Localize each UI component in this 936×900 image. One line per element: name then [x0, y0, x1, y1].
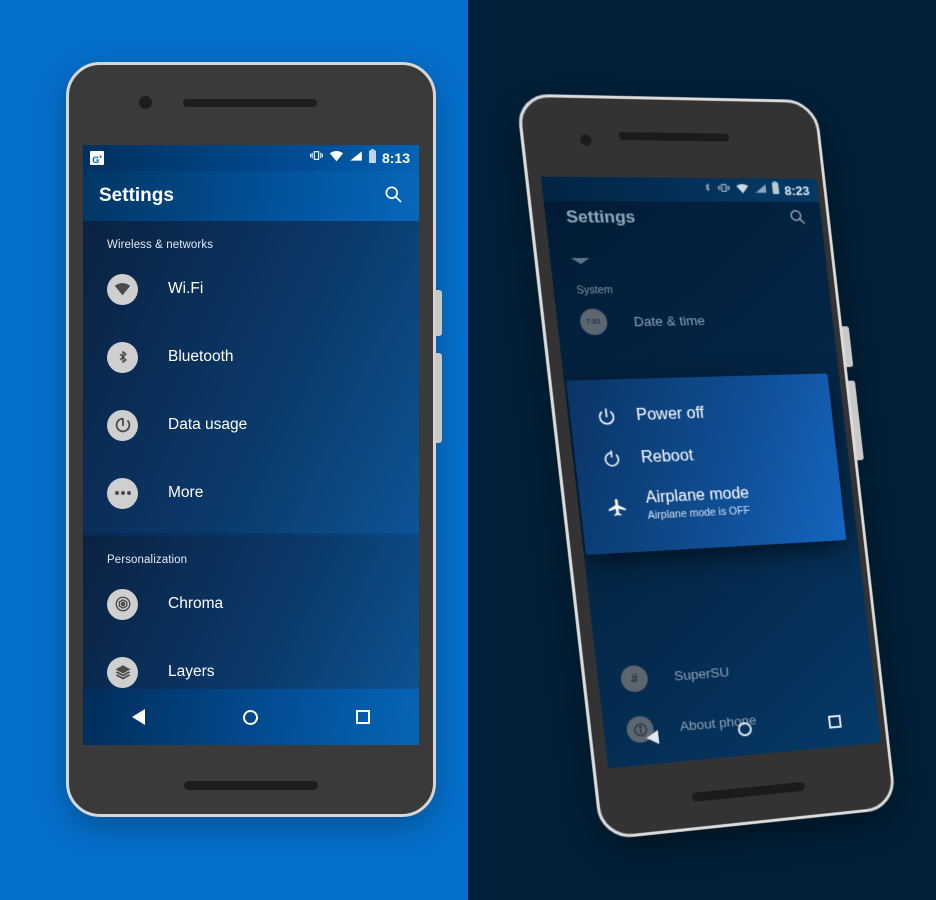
signal-icon: [349, 149, 363, 167]
settings-row-date-time[interactable]: 7:01 Date & time: [554, 293, 835, 348]
power-menu-label: Power off: [635, 404, 706, 425]
app-bar: Settings: [83, 171, 419, 221]
settings-list: Wireless & networks Wi.Fi Bluetooth Data…: [83, 221, 419, 745]
more-icon: [107, 477, 138, 509]
status-bar: 8:23: [540, 176, 820, 203]
search-icon[interactable]: [383, 184, 403, 209]
settings-row-label: Date & time: [632, 312, 706, 329]
front-camera-icon: [579, 134, 593, 146]
wifi-icon: [329, 149, 344, 167]
settings-row-label: Chroma: [168, 595, 224, 612]
settings-row-label: Data usage: [168, 416, 248, 433]
wifi-icon: [107, 273, 138, 305]
settings-row-data-usage[interactable]: Data usage: [83, 391, 419, 459]
power-menu-sublabel: Airplane mode is OFF: [647, 504, 751, 522]
earpiece-speaker: [618, 131, 730, 142]
bottom-speaker: [691, 781, 806, 803]
right-phone-screen: 8:23 Settings System 7:01 Date & time Po…: [540, 176, 881, 769]
search-icon[interactable]: [787, 208, 807, 230]
power-menu-label: Airplane mode: [644, 484, 750, 507]
settings-row-bluetooth[interactable]: Bluetooth: [83, 323, 419, 391]
signal-icon: [753, 181, 768, 199]
power-menu-dialog: Power off Reboot Airplane mode Airplane …: [566, 373, 847, 555]
section-header: System: [576, 284, 614, 297]
recents-icon[interactable]: [827, 714, 842, 729]
settings-row-chroma[interactable]: Chroma: [83, 570, 419, 638]
status-bar: G+ 8:13: [83, 145, 419, 171]
home-icon[interactable]: [243, 709, 258, 725]
page-title: Settings: [99, 185, 174, 206]
bottom-speaker: [184, 781, 318, 790]
bluetooth-icon: [107, 341, 138, 373]
battery-icon: [771, 181, 781, 199]
clock-icon: 7:01: [578, 308, 609, 336]
settings-row-label: SuperSU: [673, 663, 730, 684]
power-icon: [592, 407, 621, 428]
status-bar-clock: 8:13: [381, 150, 410, 166]
chroma-icon: [107, 588, 138, 620]
section-header: Wireless & networks: [107, 239, 214, 251]
power-menu-item-airplane-mode[interactable]: Airplane mode Airplane mode is OFF: [578, 470, 845, 537]
left-phone-device: G+ 8:13 Settings Wireless & networks Wi.…: [66, 62, 442, 817]
back-icon[interactable]: [645, 729, 659, 746]
earpiece-speaker: [183, 99, 317, 107]
vibrate-icon: [309, 149, 324, 167]
app-bar: Settings: [544, 201, 826, 258]
settings-section-personalization: Personalization Chroma Layers: [83, 536, 419, 712]
reboot-icon: [597, 449, 626, 469]
front-camera-icon: [139, 96, 152, 109]
google-plus-icon: G+: [90, 151, 104, 165]
section-header: Personalization: [107, 554, 188, 566]
left-phone-screen: G+ 8:13 Settings Wireless & networks Wi.…: [83, 145, 419, 745]
settings-row-label: Wi.Fi: [168, 280, 204, 297]
settings-row-more[interactable]: More: [83, 459, 419, 527]
bluetooth-icon: [702, 181, 713, 199]
recents-icon[interactable]: [356, 710, 370, 724]
navigation-bar: [83, 689, 419, 745]
status-bar-clock: 8:23: [783, 182, 811, 198]
vibrate-icon: [716, 181, 732, 199]
back-icon[interactable]: [132, 709, 145, 725]
power-menu-label: Reboot: [640, 446, 695, 466]
airplane-icon: [602, 496, 631, 519]
wifi-icon: [735, 181, 751, 199]
settings-row-label: More: [168, 484, 204, 501]
battery-icon: [368, 148, 377, 168]
page-title: Settings: [565, 207, 637, 227]
volume-button[interactable]: [435, 353, 442, 443]
settings-row-label: Layers: [168, 663, 215, 680]
power-button[interactable]: [435, 290, 442, 336]
data-usage-icon: [107, 409, 138, 441]
hash-icon: #: [619, 664, 650, 693]
settings-row-wifi[interactable]: Wi.Fi: [83, 255, 419, 323]
power-button[interactable]: [842, 326, 854, 368]
layers-icon: [107, 656, 138, 688]
settings-section-wireless: Wireless & networks Wi.Fi Bluetooth Data…: [83, 221, 419, 533]
home-icon[interactable]: [736, 721, 753, 737]
volume-button[interactable]: [848, 380, 864, 461]
settings-row-label: Bluetooth: [168, 348, 234, 365]
